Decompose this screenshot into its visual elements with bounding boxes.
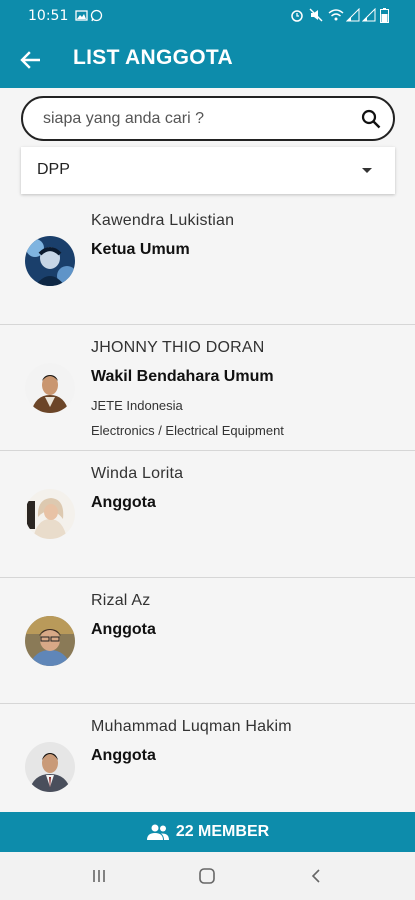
system-nav-bar	[0, 852, 415, 900]
member-role: Wakil Bendahara Umum	[91, 367, 274, 385]
member-sector: Electronics / Electrical Equipment	[91, 422, 284, 438]
recent-apps-icon	[93, 870, 105, 882]
image-notification-icon	[75, 10, 88, 21]
member-name: Winda Lorita	[91, 465, 184, 482]
list-item[interactable]: Winda Lorita Anggota	[0, 451, 415, 578]
home-icon	[199, 868, 215, 884]
member-role: Anggota	[91, 747, 156, 764]
list-item[interactable]: Rizal Az Anggota	[0, 578, 415, 704]
system-back-button[interactable]	[304, 864, 328, 888]
member-name: Rizal Az	[91, 591, 151, 609]
member-role: Anggota	[91, 620, 156, 638]
avatar	[25, 742, 75, 792]
organization-level-dropdown[interactable]: DPP	[21, 147, 395, 194]
member-role: Anggota	[91, 494, 156, 511]
search-input[interactable]	[43, 108, 353, 130]
mute-icon	[309, 8, 323, 22]
member-name: Muhammad Luqman Hakim	[91, 718, 292, 735]
member-role: Ketua Umum	[91, 241, 190, 258]
member-count-label: 22 MEMBER	[175, 823, 270, 840]
avatar	[25, 236, 75, 286]
member-count-bar: 22 MEMBER	[0, 812, 415, 852]
app-screen: 10:51 LIST ANGGOTA siapa yang anda cari …	[0, 0, 415, 900]
signal-icon-2	[362, 8, 376, 22]
member-name: JHONNY THIO DORAN	[91, 338, 265, 356]
member-company: JETE Indonesia	[91, 397, 183, 413]
chevron-left-icon	[311, 869, 320, 883]
search-icon[interactable]	[361, 109, 381, 129]
app-bar: LIST ANGGOTA	[0, 32, 415, 88]
page-title: LIST ANGGOTA	[73, 46, 233, 69]
list-item[interactable]: Kawendra Lukistian Ketua Umum	[0, 198, 415, 325]
dropdown-selected-value: DPP	[37, 161, 70, 178]
back-button[interactable]	[10, 40, 50, 80]
wifi-icon	[328, 9, 344, 21]
whatsapp-notification-icon	[90, 9, 103, 22]
avatar	[25, 362, 75, 413]
list-item[interactable]: JHONNY THIO DORAN Wakil Bendahara Umum J…	[0, 325, 415, 451]
alarm-icon	[291, 10, 303, 22]
avatar	[25, 615, 75, 666]
status-bar: 10:51	[0, 0, 415, 32]
member-list: Kawendra Lukistian Ketua Umum JHONNY THI…	[0, 198, 415, 831]
search-box[interactable]	[21, 96, 395, 141]
status-time: 10:51	[28, 8, 69, 24]
member-name: Kawendra Lukistian	[91, 212, 235, 229]
caret-down-icon	[362, 168, 372, 173]
home-button[interactable]	[195, 864, 219, 888]
signal-icon-1	[346, 8, 360, 22]
avatar	[25, 489, 75, 539]
recent-apps-button[interactable]	[87, 864, 111, 888]
battery-icon	[380, 8, 389, 23]
arrow-left-icon	[20, 51, 40, 69]
group-icon	[146, 824, 169, 840]
